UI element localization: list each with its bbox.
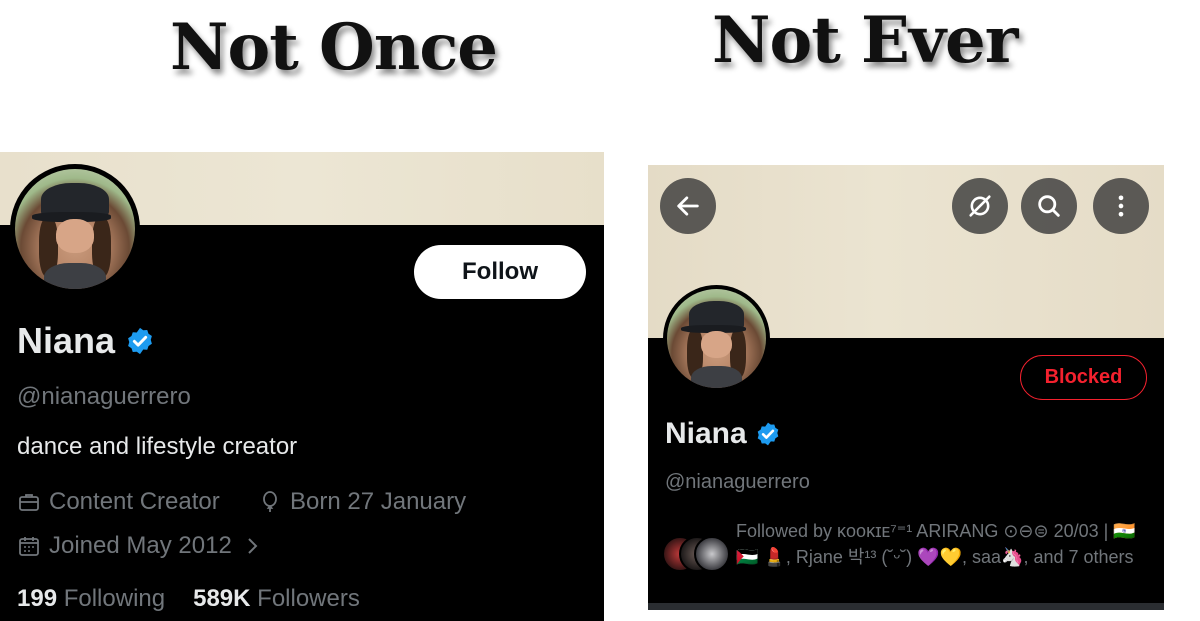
more-vertical-icon (1118, 195, 1124, 217)
avatar[interactable] (663, 285, 770, 392)
profile-bio: dance and lifestyle creator (17, 433, 298, 460)
search-button[interactable] (1021, 178, 1077, 234)
profile-birthday: Born 27 January (258, 488, 466, 516)
calendar-icon (19, 537, 39, 556)
followed-by-text: Followed by ᴋᴏᴏᴋɪᴇ⁷⁼¹ ARIRANG ⊙⊖⊜ 20/03 … (736, 521, 1136, 567)
chevron-right-icon[interactable] (240, 534, 264, 558)
follow-counts: 199 Following 589K Followers (17, 585, 360, 613)
profile-category: Content Creator (17, 488, 220, 516)
profile-joined[interactable]: Joined May 2012 (17, 532, 264, 560)
follower-avatars (662, 536, 732, 572)
verified-badge-icon[interactable] (125, 326, 155, 356)
profile-name-row: Niana (17, 320, 155, 362)
profile-name-row: Niana (665, 417, 781, 451)
profile-birthday-label: Born 27 January (290, 488, 467, 515)
avatar[interactable] (10, 164, 140, 294)
profile-category-label: Content Creator (49, 488, 220, 515)
following-link[interactable]: 199 Following (17, 585, 165, 613)
heading-not-ever: Not Ever (712, 3, 1018, 78)
profile-name: Niana (17, 320, 116, 361)
profile-name: Niana (665, 417, 747, 450)
followers-count: 589K (193, 585, 251, 612)
back-button[interactable] (660, 178, 716, 234)
arrow-left-icon (677, 196, 699, 216)
briefcase-icon (19, 494, 39, 511)
following-count: 199 (17, 585, 58, 612)
heading-not-once: Not Once (170, 10, 498, 85)
followers-label: Followers (257, 585, 360, 612)
search-icon (1038, 195, 1060, 217)
avatar (694, 536, 730, 572)
grok-icon (969, 195, 991, 217)
follow-button[interactable]: Follow (414, 245, 586, 299)
grok-button[interactable] (952, 178, 1008, 234)
blocked-button[interactable]: Blocked (1020, 355, 1147, 400)
balloon-icon (263, 491, 277, 512)
profile-panel-blocked: Blocked Niana @nianaguerrero Followed by… (648, 165, 1164, 610)
followers-link[interactable]: 589K Followers (193, 585, 360, 613)
more-button[interactable] (1093, 178, 1149, 234)
following-label: Following (63, 585, 166, 612)
verified-badge-icon[interactable] (755, 421, 781, 447)
profile-handle: @nianaguerrero (17, 383, 191, 410)
divider (648, 603, 1164, 610)
profile-handle: @nianaguerrero (665, 471, 810, 493)
profile-joined-label: Joined May 2012 (49, 532, 232, 559)
profile-panel-follow: Follow Niana @nianaguerrero dance and li… (0, 152, 604, 621)
